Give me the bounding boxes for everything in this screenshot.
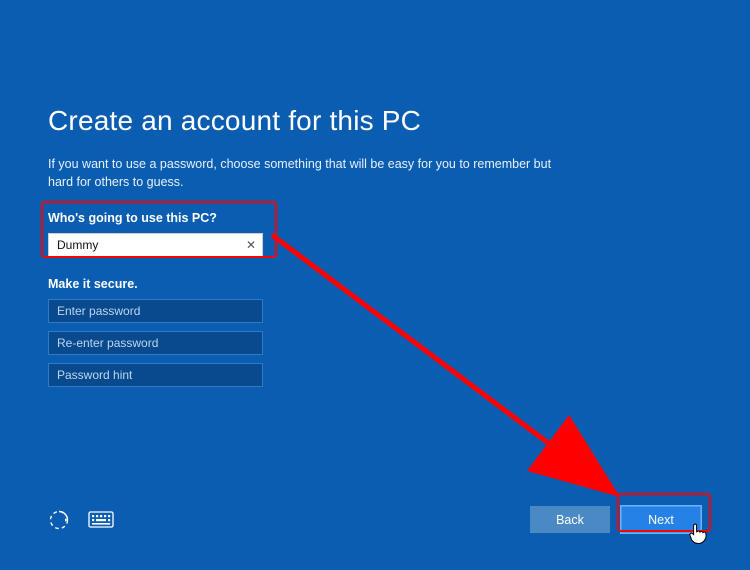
username-input[interactable]: Dummy ✕ — [48, 233, 263, 257]
password-hint-placeholder: Password hint — [57, 363, 132, 387]
username-section-label: Who's going to use this PC? — [48, 211, 702, 225]
clear-input-icon[interactable]: ✕ — [246, 233, 256, 257]
username-value: Dummy — [57, 233, 98, 257]
password-input[interactable]: Enter password — [48, 299, 263, 323]
password-section-label: Make it secure. — [48, 277, 702, 291]
back-button[interactable]: Back — [530, 506, 610, 533]
footer-left — [48, 509, 114, 531]
page-subtitle: If you want to use a password, choose so… — [48, 155, 568, 191]
confirm-password-input[interactable]: Re-enter password — [48, 331, 263, 355]
page-title: Create an account for this PC — [48, 105, 702, 137]
confirm-password-placeholder: Re-enter password — [57, 331, 158, 355]
footer-bar: Back Next — [0, 505, 750, 534]
footer-right: Back Next — [530, 505, 702, 534]
password-placeholder: Enter password — [57, 299, 140, 323]
oobe-create-account-screen: Create an account for this PC If you wan… — [0, 0, 750, 570]
next-button[interactable]: Next — [620, 505, 702, 534]
ease-of-access-icon[interactable] — [48, 509, 70, 531]
password-hint-input[interactable]: Password hint — [48, 363, 263, 387]
on-screen-keyboard-icon[interactable] — [88, 511, 114, 529]
